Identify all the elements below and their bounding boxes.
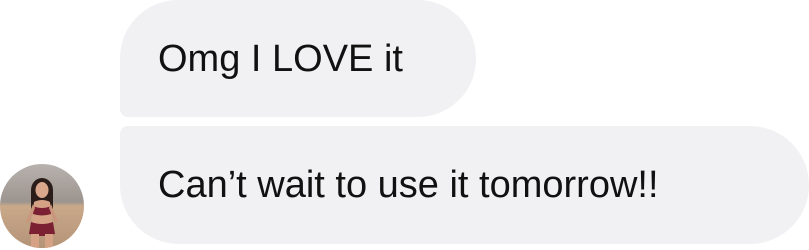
profile-photo-icon bbox=[0, 164, 84, 248]
message-thread: Omg I LOVE it Can’t wait to use it tomor… bbox=[0, 0, 809, 250]
message-bubble[interactable]: Can’t wait to use it tomorrow!! bbox=[120, 126, 809, 244]
message-text: Can’t wait to use it tomorrow!! bbox=[158, 164, 659, 206]
message-bubble[interactable]: Omg I LOVE it bbox=[120, 0, 476, 117]
message-text: Omg I LOVE it bbox=[158, 37, 403, 80]
avatar[interactable] bbox=[0, 164, 84, 248]
